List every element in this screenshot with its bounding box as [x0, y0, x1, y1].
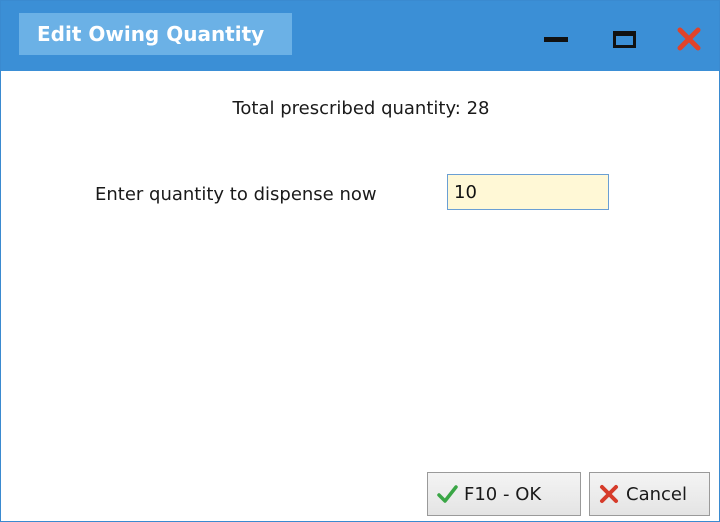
minimize-button[interactable] — [539, 21, 573, 55]
title-bar: Edit Owing Quantity — [1, 1, 719, 71]
edit-owing-quantity-dialog: Edit Owing Quantity Total prescribed qua… — [0, 0, 720, 522]
ok-button-label: F10 - OK — [464, 483, 542, 505]
cancel-button-label: Cancel — [626, 483, 687, 505]
close-icon — [677, 27, 701, 51]
maximize-button[interactable] — [608, 21, 642, 55]
close-button[interactable] — [673, 21, 707, 55]
minimize-icon — [544, 37, 568, 42]
dispense-quantity-input[interactable] — [447, 174, 609, 210]
x-icon — [598, 483, 620, 505]
dispense-quantity-label: Enter quantity to dispense now — [95, 184, 377, 205]
maximize-icon — [613, 31, 636, 48]
ok-button[interactable]: F10 - OK — [427, 472, 581, 516]
checkmark-icon — [436, 483, 458, 505]
total-prescribed-quantity: Total prescribed quantity: 28 — [232, 98, 490, 119]
cancel-button[interactable]: Cancel — [589, 472, 710, 516]
window-title: Edit Owing Quantity — [19, 13, 292, 55]
